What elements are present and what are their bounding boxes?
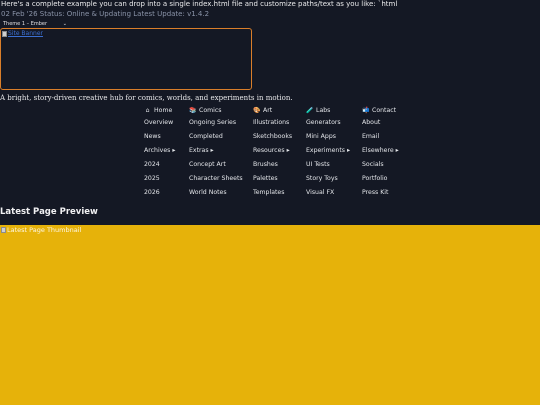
nav-link[interactable]: 2025 [144,174,175,188]
nav-column-labs: 🧪 Labs Generators Mini Apps Experiments ▸ UI … [306,104,350,202]
nav-item-label: Comics [199,107,222,114]
nav-link[interactable]: Brushes [253,160,292,174]
nav-link[interactable]: Elsewhere ▸ [362,146,399,160]
nav-link[interactable]: Concept Art [189,160,243,174]
nav-link[interactable]: Resources ▸ [253,146,292,160]
status-line: 02 Feb '26 Status: Online & Updating Lat… [1,10,210,18]
nav-link[interactable]: Completed [189,132,243,146]
nav-item-label: Art [263,107,273,114]
thumbnail-alt-text: Latest Page Thumbnail [7,226,82,234]
site-banner[interactable]: Site Banner [0,28,252,90]
nav-link[interactable]: Visual FX [306,188,350,202]
nav-link[interactable]: Illustrations [253,118,292,132]
labs-icon: 🧪 [306,107,314,114]
nav-link[interactable]: Overview [144,118,175,132]
nav-link[interactable]: 2024 [144,160,175,174]
nav-link[interactable]: Character Sheets [189,174,243,188]
latest-page-preview[interactable]: Latest Page Thumbnail [0,225,540,405]
comics-icon: 📚 [189,107,197,114]
theme-select[interactable]: Theme 1 – Ember ⌄ [1,19,69,28]
nav-link[interactable]: About [362,118,399,132]
tagline: A bright, story-driven creative hub for … [0,94,293,102]
nav-link[interactable]: Press Kit [362,188,399,202]
nav-link[interactable]: Ongoing Series [189,118,243,132]
nav-item-contact[interactable]: 📬 Contact [362,104,399,118]
nav-link[interactable]: Sketchbooks [253,132,292,146]
nav-link[interactable]: News [144,132,175,146]
nav-column-home: ⌂ Home Overview News Archives ▸ 2024 2025 2026 [144,104,175,202]
nav-link[interactable]: UI Tests [306,160,350,174]
nav-link[interactable]: Portfolio [362,174,399,188]
nav-link[interactable]: Experiments ▸ [306,146,350,160]
nav-link[interactable]: World Notes [189,188,243,202]
nav-item-art[interactable]: 🎨 Art [253,104,292,118]
theme-select-value: Theme 1 – Ember [3,20,48,27]
nav-item-label: Home [154,107,173,114]
nav-link[interactable]: 2026 [144,188,175,202]
preview-heading: Latest Page Preview [0,207,98,217]
nav-item-comics[interactable]: 📚 Comics [189,104,243,118]
nav-item-home[interactable]: ⌂ Home [144,104,175,118]
nav-item-label: Contact [372,107,397,114]
nav-link[interactable]: Extras ▸ [189,146,243,160]
nav-item-label: Labs [316,107,331,114]
nav-link[interactable]: Palettes [253,174,292,188]
chevron-down-icon: ⌄ [62,20,67,27]
nav-link[interactable]: Mini Apps [306,132,350,146]
nav-column-comics: 📚 Comics Ongoing Series Completed Extras ▸ Co… [189,104,243,202]
nav-link[interactable]: Story Toys [306,174,350,188]
broken-image-icon [2,30,7,37]
broken-image-icon [1,227,6,233]
nav-link[interactable]: Archives ▸ [144,146,175,160]
palette-icon: 🎨 [253,107,261,114]
home-icon: ⌂ [145,107,150,114]
banner-alt-text[interactable]: Site Banner [8,30,43,37]
intro-text: Here's a complete example you can drop i… [1,0,398,8]
nav-link[interactable]: Generators [306,118,350,132]
nav-item-labs[interactable]: 🧪 Labs [306,104,350,118]
nav-column-art: 🎨 Art Illustrations Sketchbooks Resources ▸ B… [253,104,292,202]
nav-column-contact: 📬 Contact About Email Elsewhere ▸ Socials Port… [362,104,399,202]
nav-link[interactable]: Socials [362,160,399,174]
nav-link[interactable]: Templates [253,188,292,202]
nav-link[interactable]: Email [362,132,399,146]
contact-icon: 📬 [362,107,370,114]
